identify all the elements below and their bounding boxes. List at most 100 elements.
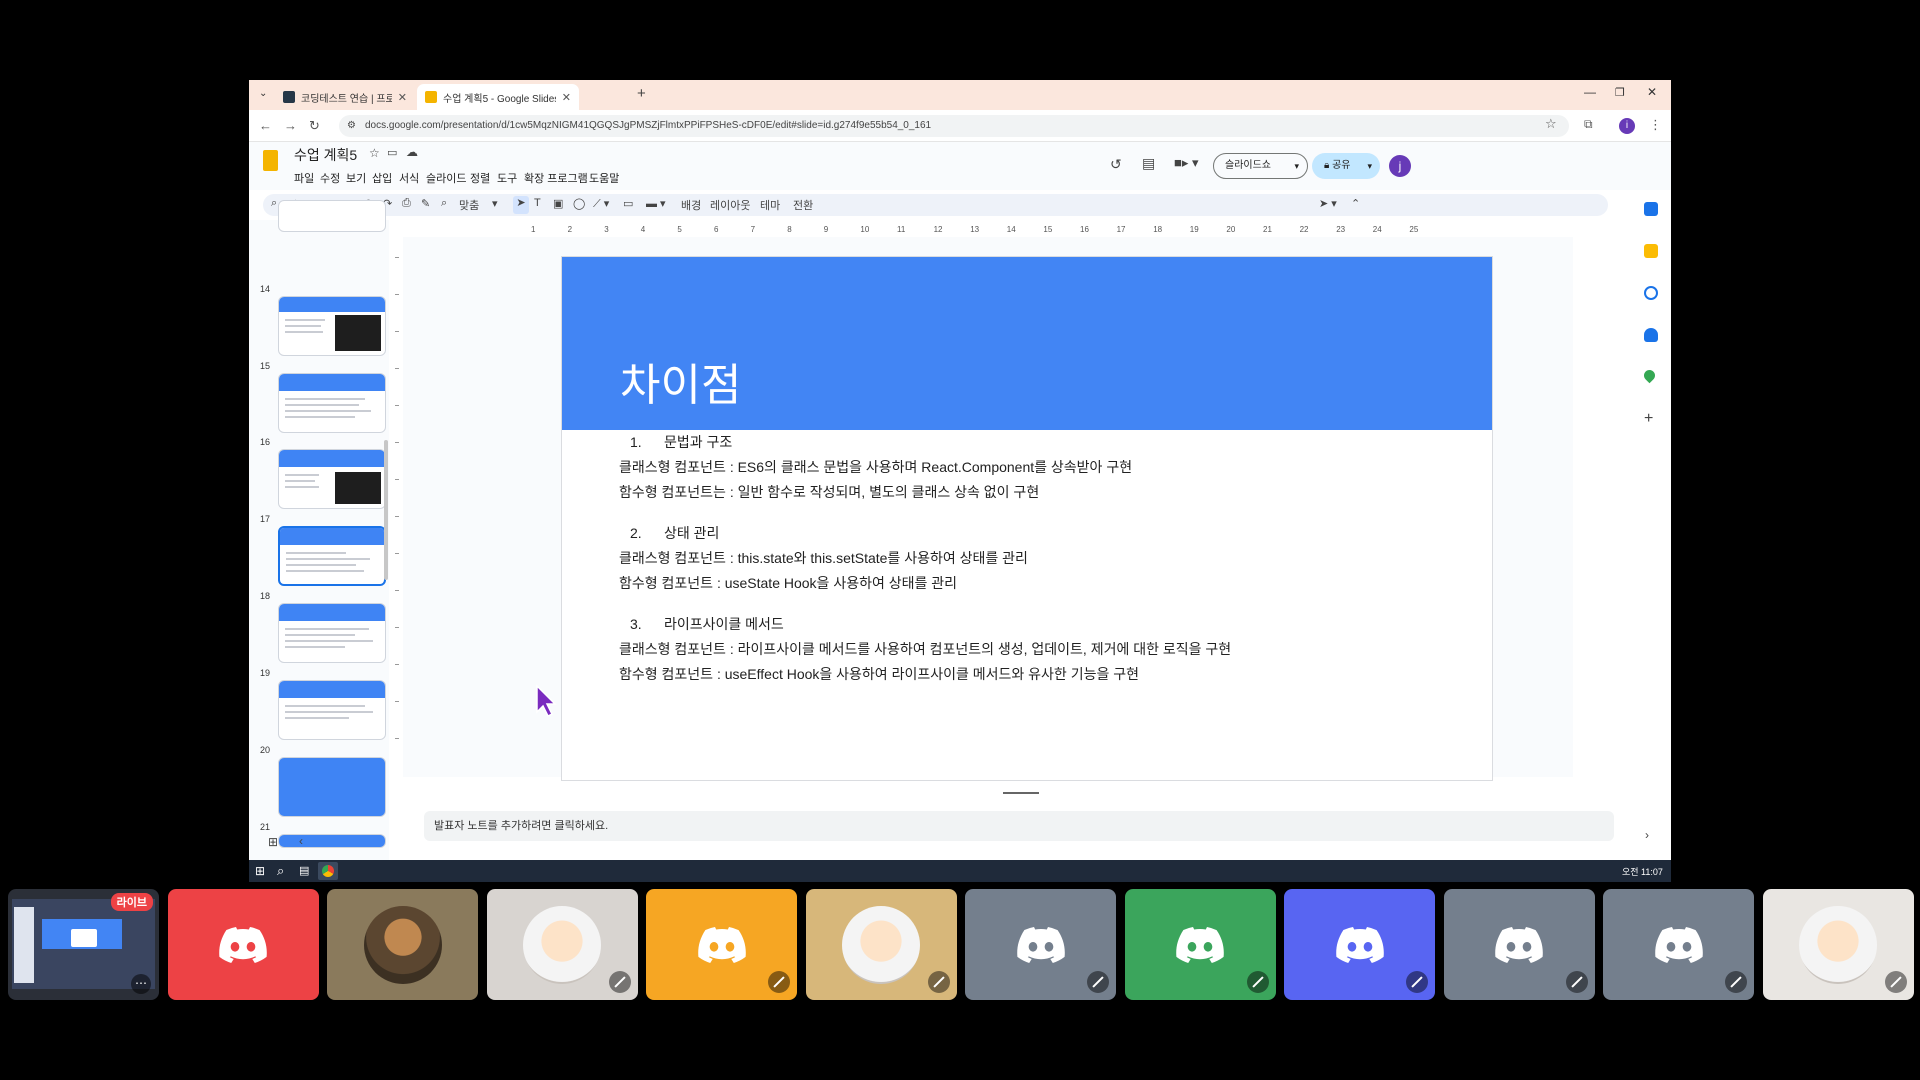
text-box-icon[interactable]: T — [534, 197, 541, 209]
zoom-icon[interactable]: ⌕ — [441, 197, 447, 210]
slide-title[interactable]: 차이점 — [620, 349, 741, 413]
share-dropdown-icon[interactable]: ▾ — [1367, 153, 1372, 179]
menu-help[interactable]: 도움말 — [589, 170, 619, 186]
shape-icon[interactable]: ◯ — [573, 197, 585, 210]
notes-resize-handle[interactable] — [1003, 792, 1039, 794]
tab-programmers[interactable]: 코딩테스트 연습 | 프로그래머스 ✕ — [275, 84, 415, 110]
taskbar-search-icon[interactable]: ⌕ — [277, 863, 284, 879]
comments-icon[interactable]: ▤ — [1142, 155, 1155, 172]
slide-thumbnail-15[interactable] — [278, 373, 386, 433]
theme-button[interactable]: 테마 — [760, 197, 780, 213]
minimize-button[interactable]: — — [1584, 85, 1596, 99]
calendar-icon[interactable] — [1644, 202, 1658, 216]
slide-canvas[interactable]: 차이점 1. 문법과 구조 클래스형 컴포넌트 : ES6의 클래스 문법을 사용하… — [561, 256, 1493, 781]
share-button[interactable]: 🔒︎ 공유 ▾ — [1312, 153, 1380, 179]
participant-tile[interactable] — [805, 889, 957, 1000]
participant-tile[interactable] — [965, 889, 1116, 1000]
task-view-icon[interactable]: ▤ — [299, 864, 309, 877]
more-options-icon[interactable]: ⋯ — [131, 974, 151, 994]
expand-panel-icon[interactable]: › — [1645, 828, 1649, 842]
menu-format[interactable]: 서식 — [399, 170, 419, 186]
screen-share-tile[interactable]: 라이브 ⋯ — [8, 889, 159, 1000]
chrome-taskbar-icon[interactable] — [318, 862, 338, 880]
maps-icon[interactable] — [1641, 367, 1658, 384]
menu-file[interactable]: 파일 — [294, 170, 314, 186]
user-avatar[interactable]: j — [1389, 155, 1411, 177]
contacts-icon[interactable] — [1644, 328, 1658, 342]
grid-view-icon[interactable]: ⊞ — [268, 835, 278, 849]
keep-icon[interactable] — [1644, 244, 1658, 258]
menu-view[interactable]: 보기 — [346, 170, 366, 186]
filmstrip-scrollbar[interactable] — [384, 440, 388, 580]
speaker-notes-field[interactable]: 발표자 노트를 추가하려면 클릭하세요. — [424, 811, 1614, 841]
fill-color-icon[interactable]: ▬ ▾ — [646, 197, 666, 210]
print-icon[interactable]: ⎙ — [402, 197, 411, 210]
slides-logo-icon[interactable] — [263, 150, 278, 171]
move-folder-icon[interactable]: ▭ — [387, 146, 397, 159]
participant-tile[interactable] — [1443, 889, 1595, 1000]
restore-button[interactable]: ❐ — [1615, 86, 1625, 99]
line-icon[interactable]: ⟋ ▾ — [593, 197, 609, 211]
participant-tile[interactable] — [486, 889, 638, 1000]
participant-tile[interactable] — [327, 889, 478, 1000]
layout-button[interactable]: 레이아웃 — [710, 197, 750, 213]
pointer-mode-icon[interactable]: ➤ ▾ — [1319, 197, 1337, 210]
slide-thumbnail-16[interactable] — [278, 449, 386, 509]
zoom-dropdown-icon[interactable]: ▾ — [492, 197, 498, 210]
search-icon[interactable]: ⌕ — [271, 197, 277, 210]
extensions-icon[interactable]: ⧉ — [1584, 117, 1593, 132]
participant-tile[interactable] — [1762, 889, 1914, 1000]
reload-icon[interactable]: ↻ — [309, 118, 320, 134]
cloud-status-icon[interactable]: ☁ — [406, 145, 418, 159]
comment-add-icon[interactable]: ▭ — [623, 197, 633, 210]
new-tab-button[interactable]: + — [637, 85, 646, 102]
slide-thumbnail-13-partial[interactable] — [278, 200, 386, 232]
tab-google-slides[interactable]: 수업 계획5 - Google Slides ✕ — [417, 84, 579, 110]
participant-tile[interactable] — [167, 889, 319, 1000]
slide-thumbnail-21-partial[interactable] — [278, 834, 386, 848]
back-icon[interactable]: ← — [259, 118, 272, 133]
tasks-icon[interactable] — [1644, 286, 1658, 300]
zoom-select[interactable]: 맞춤 — [459, 197, 479, 213]
browser-profile-avatar[interactable]: i — [1619, 118, 1635, 134]
menu-slide[interactable]: 슬라이드 — [426, 170, 466, 186]
document-title[interactable]: 수업 계획5 — [294, 145, 357, 165]
browser-menu-icon[interactable]: ⋮ — [1649, 117, 1662, 133]
menu-tools[interactable]: 도구 — [497, 170, 517, 186]
slideshow-button[interactable]: 슬라이드쇼 ▾ — [1213, 153, 1308, 179]
menu-insert[interactable]: 삽입 — [372, 170, 392, 186]
meet-icon[interactable]: ■▸ ▾ — [1174, 155, 1199, 171]
slide-thumbnail-14[interactable] — [278, 296, 386, 356]
image-icon[interactable]: ▣ — [553, 197, 563, 210]
participant-tile[interactable] — [646, 889, 797, 1000]
site-info-icon[interactable]: ⚙ — [347, 115, 356, 137]
collapse-toolbar-icon[interactable]: ⌃ — [1351, 197, 1360, 210]
version-history-icon[interactable]: ↺ — [1110, 156, 1122, 173]
start-icon[interactable]: ⊞ — [255, 864, 265, 878]
url-field[interactable]: ⚙ docs.google.com/presentation/d/1cw5Mqz… — [339, 115, 1569, 137]
forward-icon[interactable]: → — [284, 118, 297, 133]
participant-tile[interactable] — [1124, 889, 1276, 1000]
collapse-filmstrip-icon[interactable]: ‹ — [299, 834, 303, 848]
close-tab-icon[interactable]: ✕ — [562, 91, 571, 104]
slide-thumbnail-20[interactable] — [278, 757, 386, 817]
transition-button[interactable]: 전환 — [793, 197, 813, 213]
slideshow-dropdown-icon[interactable]: ▾ — [1294, 154, 1299, 178]
close-window-button[interactable]: ✕ — [1647, 85, 1657, 99]
add-addon-icon[interactable]: + — [1644, 410, 1653, 428]
star-icon[interactable]: ☆ — [369, 146, 380, 160]
participant-tile[interactable] — [1603, 889, 1754, 1000]
slide-thumbnail-18[interactable] — [278, 603, 386, 663]
bookmark-star-icon[interactable]: ☆ — [1545, 116, 1557, 132]
menu-extensions[interactable]: 확장 프로그램 — [524, 170, 588, 186]
background-button[interactable]: 배경 — [681, 197, 701, 213]
menu-edit[interactable]: 수정 — [320, 170, 340, 186]
select-cursor-icon[interactable]: ➤ — [513, 196, 529, 214]
close-tab-icon[interactable]: ✕ — [398, 91, 407, 104]
slide-thumbnail-17-selected[interactable] — [278, 526, 386, 586]
tab-search-button[interactable]: ⌄ — [259, 88, 267, 99]
participant-tile[interactable] — [1284, 889, 1435, 1000]
slide-thumbnail-19[interactable] — [278, 680, 386, 740]
paint-format-icon[interactable]: ✎ — [421, 197, 430, 210]
menu-arrange[interactable]: 정렬 — [470, 170, 490, 186]
